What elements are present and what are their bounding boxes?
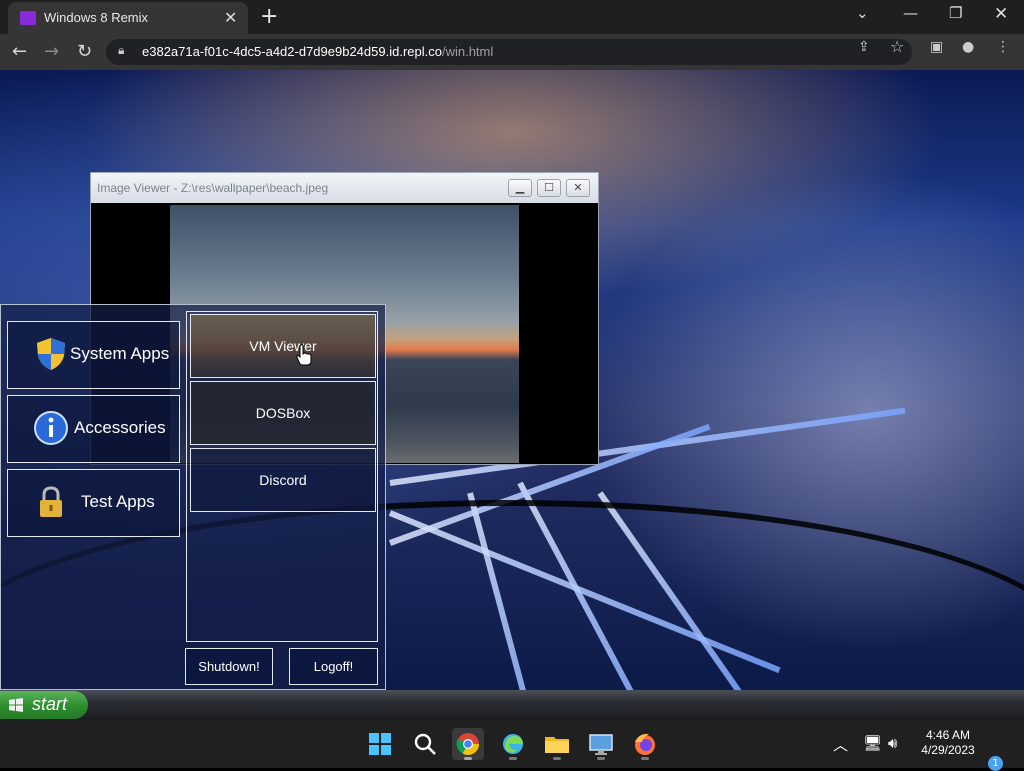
share-icon[interactable]: ⇪ [858,39,870,55]
notification-badge[interactable]: 1 [988,756,1003,771]
app-dosbox[interactable]: DOSBox [190,381,376,445]
image-viewer-title: Image Viewer - Z:\res\wallpaper\beach.jp… [97,181,329,195]
logoff-button[interactable]: Logoff! [289,648,378,685]
back-icon[interactable]: ← [12,41,27,62]
site-favicon-icon [20,11,36,25]
lock-icon [40,486,62,517]
browser-tab[interactable]: Windows 8 Remix ✕ [8,2,248,34]
volume-icon[interactable]: 🔊︎ [888,734,897,752]
minimize-window-button[interactable]: ▁ [508,179,532,197]
restore-icon[interactable]: ❐ [949,4,962,22]
search-icon[interactable] [409,728,441,760]
profile-icon[interactable]: ● [962,39,974,55]
web-os-taskbar: start [0,690,1024,720]
menu-icon[interactable]: ⋮ [996,39,1010,55]
file-explorer-icon[interactable] [541,728,573,760]
browser-tab-bar: Windows 8 Remix ✕ + ⌄ — ❐ ✕ [0,0,1024,34]
tab-search-icon[interactable]: ⌄ [856,4,869,22]
category-label: Test Apps [81,492,155,511]
clock-time: 4:46 AM [925,728,971,742]
lock-icon[interactable]: 🔒︎ [118,43,124,58]
firefox-icon[interactable] [629,728,661,760]
category-label: Accessories [74,418,166,437]
start-button[interactable]: start [0,691,88,719]
url-text[interactable]: e382a71a-f01c-4dc5-a4d2-d7d9e9b24d59.id.… [142,44,493,59]
maximize-window-button[interactable]: ☐ [537,179,561,197]
category-label: System Apps [70,344,170,363]
close-tab-icon[interactable]: ✕ [224,8,237,27]
clock-date: 4/29/2023 [921,743,975,757]
close-window-button[interactable]: ✕ [566,179,590,197]
edge-icon[interactable] [497,728,529,760]
app-vm-viewer[interactable]: VM Viewer [190,314,376,378]
category-system-apps[interactable]: System Apps [7,321,180,389]
chrome-icon[interactable] [452,728,484,760]
shield-icon [37,338,65,370]
tab-title: Windows 8 Remix [44,10,149,25]
remote-desktop-icon[interactable] [585,728,617,760]
category-test-apps[interactable]: Test Apps [7,469,180,537]
close-window-icon[interactable]: ✕ [994,4,1008,24]
forward-icon[interactable]: → [44,41,59,62]
hand-cursor-icon [296,344,312,366]
network-icon[interactable]: 🖥︎ [863,734,882,752]
side-panel-icon[interactable]: ▣ [930,39,943,55]
address-toolbar: ← → ↻ 🔒︎ e382a71a-f01c-4dc5-a4d2-d7d9e9b… [0,34,1024,70]
image-viewer-titlebar[interactable]: Image Viewer - Z:\res\wallpaper\beach.jp… [91,173,598,203]
minimize-icon[interactable]: — [903,4,918,22]
app-discord[interactable]: Discord [190,448,376,512]
system-taskbar: ︿ 🖥︎ 🔊︎ 4:46 AM 4/29/2023 1 [0,720,1024,771]
windows-flag-icon [9,698,23,712]
windows-start-icon[interactable] [364,728,396,760]
start-menu: System Apps Accessories Test Apps VM Vie… [0,304,386,690]
start-label: start [32,694,68,714]
reload-icon[interactable]: ↻ [77,41,92,62]
shutdown-button[interactable]: Shutdown! [185,648,273,685]
category-accessories[interactable]: Accessories [7,395,180,463]
bookmark-star-icon[interactable]: ☆ [890,37,904,56]
omnibox[interactable]: 🔒︎ e382a71a-f01c-4dc5-a4d2-d7d9e9b24d59.… [106,39,912,65]
show-hidden-icons-icon[interactable]: ︿ [833,734,848,755]
new-tab-icon[interactable]: + [260,4,278,29]
info-icon [34,411,68,445]
system-clock[interactable]: 4:46 AM 4/29/2023 [918,728,978,758]
app-list: VM Viewer DOSBox Discord [186,311,378,642]
